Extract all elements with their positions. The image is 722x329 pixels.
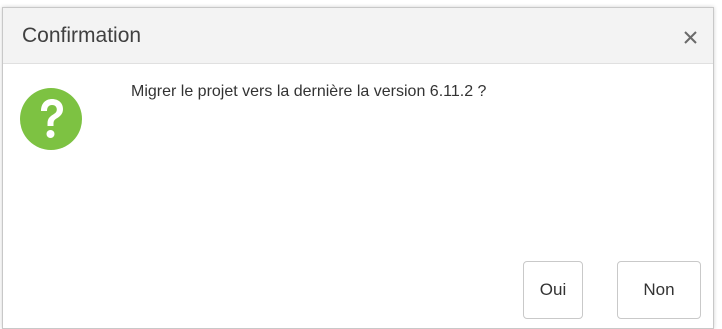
dialog-message: Migrer le projet vers la dernière la ver… xyxy=(131,83,487,100)
no-button[interactable]: Non xyxy=(617,261,701,319)
dialog-titlebar: Confirmation xyxy=(3,8,713,64)
dialog-content: Migrer le projet vers la dernière la ver… xyxy=(3,64,713,329)
close-icon[interactable] xyxy=(679,25,703,49)
dialog-title: Confirmation xyxy=(22,24,142,47)
yes-button[interactable]: Oui xyxy=(523,261,583,319)
question-icon xyxy=(19,87,83,151)
confirmation-dialog: Confirmation Migrer le projet vers la de… xyxy=(2,7,714,329)
